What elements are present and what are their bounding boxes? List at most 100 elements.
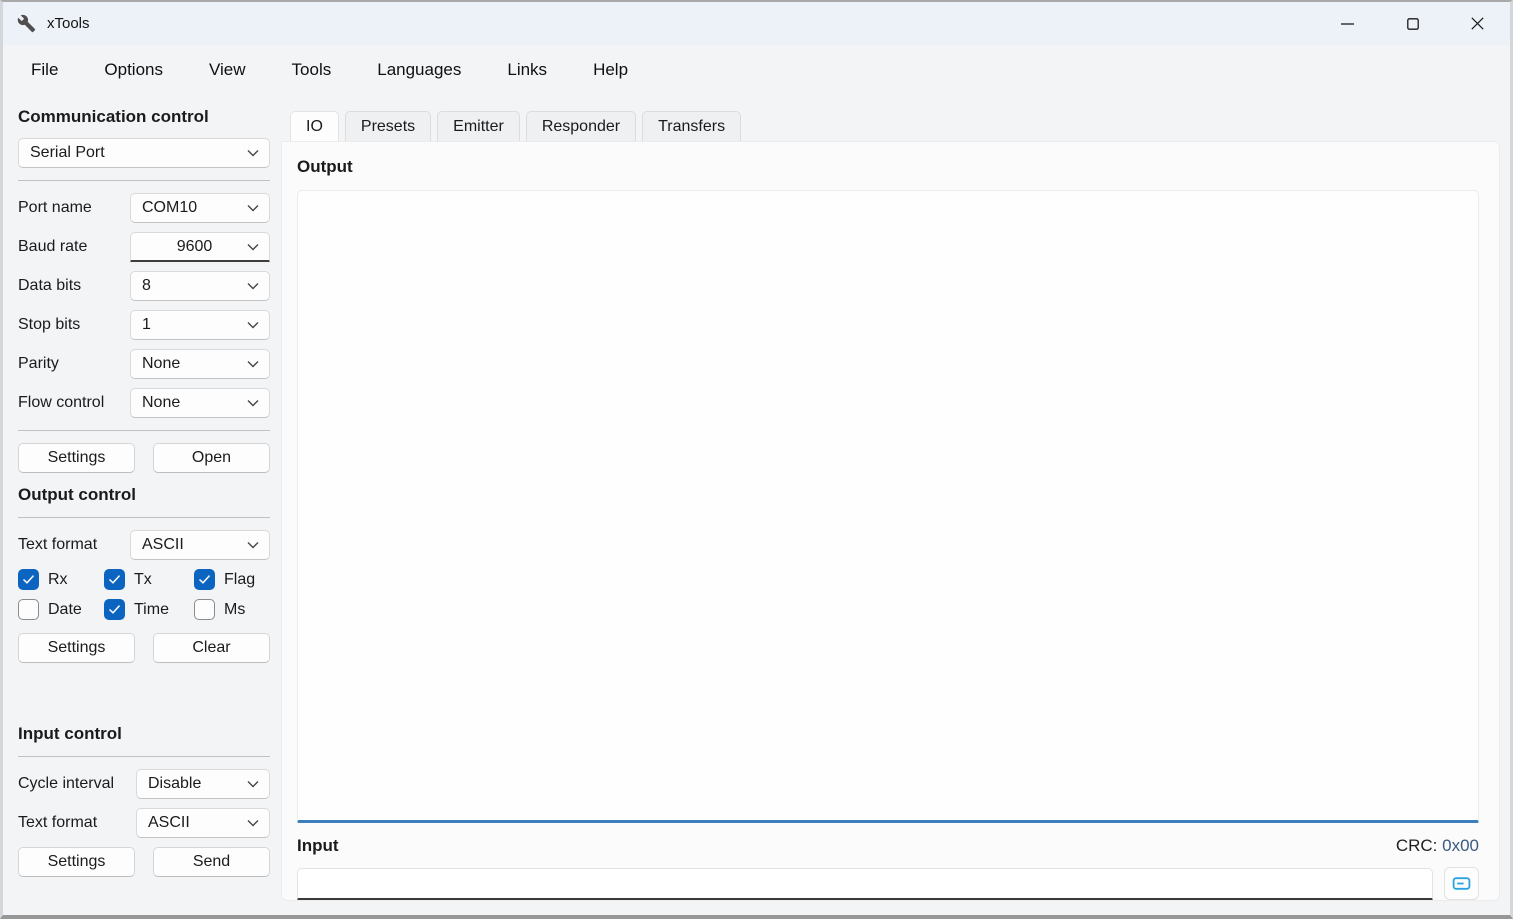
- input-send-button[interactable]: Send: [153, 847, 270, 877]
- input-text-format-label: Text format: [18, 814, 136, 832]
- window-controls: [1315, 2, 1510, 45]
- checkbox-unchecked-icon: [194, 599, 215, 620]
- menubar: File Options View Tools Languages Links …: [3, 45, 1510, 95]
- input-text-format-combobox[interactable]: ASCII: [136, 808, 270, 838]
- menu-help[interactable]: Help: [593, 60, 628, 80]
- chevron-down-icon: [247, 243, 259, 251]
- maximize-button[interactable]: [1380, 2, 1445, 45]
- data-bits-combobox[interactable]: 8: [130, 271, 270, 301]
- minimize-icon: [1341, 23, 1354, 25]
- checkbox-checked-icon: [194, 569, 215, 590]
- output-checkbox-grid: Rx Tx Flag Date Time: [18, 569, 270, 620]
- cycle-interval-combobox[interactable]: Disable: [136, 769, 270, 799]
- device-type-value: Serial Port: [30, 144, 247, 162]
- checkbox-time-label: Time: [134, 601, 169, 619]
- input-field[interactable]: [297, 868, 1433, 900]
- input-control-title: Input control: [18, 724, 270, 744]
- text-field-icon: [1451, 873, 1472, 894]
- checkbox-date[interactable]: Date: [18, 599, 104, 620]
- chevron-down-icon: [247, 204, 259, 212]
- checkbox-checked-icon: [104, 569, 125, 590]
- separator: [18, 517, 270, 518]
- baud-rate-combobox[interactable]: 9600: [130, 232, 270, 262]
- chevron-down-icon: [247, 780, 259, 788]
- checkbox-unchecked-icon: [18, 599, 39, 620]
- tab-transfers[interactable]: Transfers: [642, 111, 741, 141]
- data-bits-value: 8: [142, 277, 247, 295]
- chevron-down-icon: [247, 399, 259, 407]
- port-name-label: Port name: [18, 199, 130, 217]
- checkbox-rx[interactable]: Rx: [18, 569, 104, 590]
- crc-value: 0x00: [1442, 836, 1479, 855]
- chevron-down-icon: [247, 819, 259, 827]
- tab-presets[interactable]: Presets: [345, 111, 431, 141]
- tab-emitter[interactable]: Emitter: [437, 111, 520, 141]
- input-settings-button[interactable]: Settings: [18, 847, 135, 877]
- output-text-format-combobox[interactable]: ASCII: [130, 530, 270, 560]
- menu-languages[interactable]: Languages: [377, 60, 461, 80]
- input-text-format-value: ASCII: [148, 814, 247, 832]
- checkbox-ms-label: Ms: [224, 601, 245, 619]
- checkbox-flag[interactable]: Flag: [194, 569, 270, 590]
- chevron-down-icon: [247, 321, 259, 329]
- checkbox-tx-label: Tx: [134, 571, 152, 589]
- comm-settings-button[interactable]: Settings: [18, 443, 135, 473]
- input-heading: Input: [297, 836, 339, 856]
- titlebar: xTools: [3, 2, 1510, 45]
- baud-rate-label: Baud rate: [18, 238, 130, 256]
- output-heading: Output: [297, 157, 1479, 177]
- cycle-interval-label: Cycle interval: [18, 775, 136, 793]
- window-title: xTools: [47, 15, 90, 32]
- parity-combobox[interactable]: None: [130, 349, 270, 379]
- checkbox-checked-icon: [18, 569, 39, 590]
- tab-responder[interactable]: Responder: [526, 111, 636, 141]
- data-bits-label: Data bits: [18, 277, 130, 295]
- tabbar: IO Presets Emitter Responder Transfers: [290, 111, 1500, 141]
- io-tab-panel: Output Input CRC: 0x00: [281, 141, 1500, 901]
- checkbox-checked-icon: [104, 599, 125, 620]
- tab-io[interactable]: IO: [290, 111, 339, 141]
- stop-bits-combobox[interactable]: 1: [130, 310, 270, 340]
- menu-tools[interactable]: Tools: [292, 60, 332, 80]
- parity-value: None: [142, 355, 247, 373]
- port-name-combobox[interactable]: COM10: [130, 193, 270, 223]
- minimize-button[interactable]: [1315, 2, 1380, 45]
- flow-control-combobox[interactable]: None: [130, 388, 270, 418]
- crc-label: CRC:: [1396, 836, 1438, 855]
- output-control-title: Output control: [18, 485, 270, 505]
- output-text-format-label: Text format: [18, 536, 130, 554]
- menu-links[interactable]: Links: [507, 60, 547, 80]
- menu-view[interactable]: View: [209, 60, 246, 80]
- stop-bits-label: Stop bits: [18, 316, 130, 334]
- device-type-combobox[interactable]: Serial Port: [18, 138, 270, 168]
- checkbox-rx-label: Rx: [48, 571, 68, 589]
- separator: [18, 180, 270, 181]
- cycle-interval-value: Disable: [148, 775, 247, 793]
- checkbox-time[interactable]: Time: [104, 599, 194, 620]
- close-icon: [1471, 17, 1484, 30]
- checkbox-ms[interactable]: Ms: [194, 599, 270, 620]
- baud-rate-value: 9600: [142, 238, 247, 256]
- checkbox-date-label: Date: [48, 601, 82, 619]
- comm-open-button[interactable]: Open: [153, 443, 270, 473]
- output-textarea[interactable]: [297, 190, 1479, 823]
- input-format-button[interactable]: [1444, 867, 1479, 900]
- maximize-icon: [1407, 18, 1419, 30]
- crc-display: CRC: 0x00: [1396, 836, 1479, 856]
- separator: [18, 756, 270, 757]
- output-text-format-value: ASCII: [142, 536, 247, 554]
- output-settings-button[interactable]: Settings: [18, 633, 135, 663]
- stop-bits-value: 1: [142, 316, 247, 334]
- chevron-down-icon: [247, 360, 259, 368]
- menu-options[interactable]: Options: [104, 60, 163, 80]
- flow-control-value: None: [142, 394, 247, 412]
- communication-control-title: Communication control: [18, 107, 270, 127]
- main-area: IO Presets Emitter Responder Transfers O…: [281, 95, 1510, 915]
- chevron-down-icon: [247, 541, 259, 549]
- menu-file[interactable]: File: [31, 60, 58, 80]
- checkbox-flag-label: Flag: [224, 571, 255, 589]
- input-row: [297, 867, 1479, 900]
- output-clear-button[interactable]: Clear: [153, 633, 270, 663]
- checkbox-tx[interactable]: Tx: [104, 569, 194, 590]
- close-button[interactable]: [1445, 2, 1510, 45]
